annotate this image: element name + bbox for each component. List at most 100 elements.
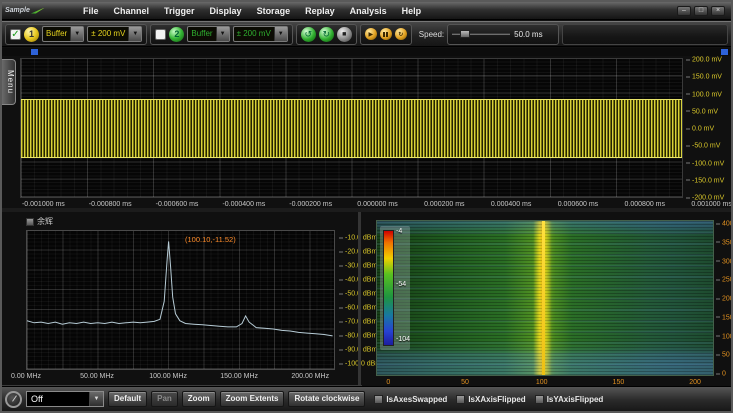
minimize-button[interactable]: – xyxy=(677,6,691,16)
trigger-marker-right[interactable] xyxy=(721,49,728,55)
play-icon[interactable]: ▶ xyxy=(365,28,377,40)
fft-y-axis: -10.0 dBm-20.0 dBm-30.0 dBm-40.0 dBm-50.… xyxy=(339,230,373,370)
chevron-down-icon[interactable]: ▼ xyxy=(89,392,103,406)
menu-trigger[interactable]: Trigger xyxy=(164,6,195,16)
vertical-divider[interactable] xyxy=(358,212,361,390)
spectrogram-y-axis: 400350300250200150100500 xyxy=(716,224,733,374)
close-button[interactable]: × xyxy=(711,6,725,16)
waveform-y-axis: 200.0 mV150.0 mV100.0 mV50.0 mV0.0 mV-50… xyxy=(686,60,733,198)
pan-button[interactable]: Pan xyxy=(151,391,178,407)
channel2-buffer-select[interactable]: Buffer ▼ xyxy=(187,26,229,42)
axis-tick-label: 300 xyxy=(716,258,733,265)
axes-swapped-label: IsAxesSwapped xyxy=(386,395,447,404)
stop-icon[interactable]: ■ xyxy=(337,27,352,42)
axis-tick-label: -100.0 mV xyxy=(686,160,724,167)
zoom-extents-button[interactable]: Zoom Extents xyxy=(220,391,285,407)
status-bar: Off ▼ Default Pan Zoom Zoom Extents Rota… xyxy=(2,386,731,411)
channel1-range-value: ± 200 mV xyxy=(88,27,128,41)
axis-tick-label: -0.000400 ms xyxy=(222,201,265,208)
waveform-trace xyxy=(21,99,682,158)
chevron-down-icon[interactable]: ▼ xyxy=(216,27,229,41)
title-bar: Sample File Channel Trigger Display Stor… xyxy=(2,2,731,20)
marker-strip xyxy=(2,48,731,56)
pause-bars xyxy=(383,32,388,37)
pause-icon[interactable] xyxy=(380,28,392,40)
default-button[interactable]: Default xyxy=(108,391,147,407)
speed-value: 50.0 ms xyxy=(514,30,542,39)
trigger-marker-left[interactable] xyxy=(31,49,38,55)
zoom-button[interactable]: Zoom xyxy=(182,391,216,407)
axis-tick-label: 0.000000 ms xyxy=(357,201,397,208)
logo-swoosh-icon xyxy=(31,8,45,14)
chevron-down-icon[interactable]: ▼ xyxy=(128,27,141,41)
channel2-buffer-value: Buffer xyxy=(188,27,215,41)
spectrogram-plot[interactable]: -4 -54 -104 xyxy=(376,220,714,376)
axis-tick-label: 100 xyxy=(716,333,733,340)
checkbox-icon[interactable] xyxy=(456,395,465,404)
fft-legend: 余辉 xyxy=(26,216,53,227)
axis-tick-label: -0.001000 ms xyxy=(22,201,65,208)
colorbar-mid-label: -54 xyxy=(396,281,406,288)
channel2-range-select[interactable]: ± 200 mV ▼ xyxy=(233,26,288,42)
chevron-down-icon[interactable]: ▼ xyxy=(274,27,287,41)
channel2-badge[interactable]: 2 xyxy=(169,27,184,42)
axes-swapped-checkbox[interactable]: IsAxesSwapped xyxy=(374,395,447,404)
channel2-enable-checkbox[interactable]: ✓ xyxy=(155,29,166,40)
channel1-enable-checkbox[interactable]: ✓ xyxy=(10,29,21,40)
axis-tick-label: 50 xyxy=(716,352,730,359)
axis-tick-label: 0.000800 ms xyxy=(625,201,665,208)
axis-tick-label: -0.000200 ms xyxy=(289,201,332,208)
fft-plot[interactable] xyxy=(26,230,335,370)
checkbox-icon[interactable] xyxy=(374,395,383,404)
menu-file[interactable]: File xyxy=(83,6,99,16)
logo-text: Sample xyxy=(5,7,30,14)
menu-display[interactable]: Display xyxy=(210,6,242,16)
mode-select-value: Off xyxy=(27,392,89,406)
refresh-icon[interactable]: ↻ xyxy=(319,27,334,42)
channel1-badge[interactable]: 1 xyxy=(24,27,39,42)
toolbar-spacer xyxy=(562,24,728,45)
axis-tick-label: -50.0 mV xyxy=(686,143,720,150)
axis-tick-label: 200.0 mV xyxy=(686,57,722,64)
speed-slider-handle[interactable] xyxy=(460,30,470,38)
spectrogram-signal-line xyxy=(542,221,545,375)
window-controls: – □ × xyxy=(677,6,725,16)
channel1-group: ✓ 1 Buffer ▼ ± 200 mV ▼ xyxy=(5,24,147,45)
x-axis-flipped-checkbox[interactable]: IsXAxisFlipped xyxy=(456,395,525,404)
rotate-clockwise-button[interactable]: Rotate clockwise xyxy=(288,391,365,407)
maximize-button[interactable]: □ xyxy=(694,6,708,16)
axis-tick-label: 100 xyxy=(536,379,548,386)
axis-tick-label: 50 xyxy=(461,379,469,386)
menu-replay[interactable]: Replay xyxy=(305,6,335,16)
speed-slider[interactable] xyxy=(452,33,510,35)
axis-tick-label: -0.000600 ms xyxy=(156,201,199,208)
checkbox-icon[interactable] xyxy=(535,395,544,404)
speed-group: 50.0 ms xyxy=(447,24,559,45)
waveform-plot[interactable] xyxy=(20,58,683,198)
menu-analysis[interactable]: Analysis xyxy=(350,6,387,16)
channel1-buffer-select[interactable]: Buffer ▼ xyxy=(42,26,84,42)
menu-help[interactable]: Help xyxy=(402,6,422,16)
undo-zoom-icon[interactable]: ↺ xyxy=(301,27,316,42)
restart-icon[interactable]: ↻ xyxy=(395,28,407,40)
channel2-group: ✓ 2 Buffer ▼ ± 200 mV ▼ xyxy=(150,24,292,45)
side-menu-tab[interactable]: Menu xyxy=(2,59,16,105)
menu-channel[interactable]: Channel xyxy=(114,6,150,16)
mode-select[interactable]: Off ▼ xyxy=(26,391,104,407)
axis-tick-label: 0.000600 ms xyxy=(558,201,598,208)
channel2-range-value: ± 200 mV xyxy=(234,27,274,41)
axis-tick-label: 0.0 mV xyxy=(686,126,714,133)
axis-tick-label: 0.000400 ms xyxy=(491,201,531,208)
chevron-down-icon[interactable]: ▼ xyxy=(70,27,83,41)
axis-tick-label: -0.000800 ms xyxy=(89,201,132,208)
fft-legend-label: 余辉 xyxy=(37,216,53,227)
channel1-range-select[interactable]: ± 200 mV ▼ xyxy=(87,26,142,42)
y-axis-flipped-checkbox[interactable]: IsYAxisFlipped xyxy=(535,395,604,404)
gauge-icon[interactable] xyxy=(5,391,22,408)
axis-tick-label: 100.00 MHz xyxy=(149,373,187,380)
axis-tick-label: 150.0 mV xyxy=(686,74,722,81)
axis-tick-label: 350 xyxy=(716,239,733,246)
axis-tick-label: 150.00 MHz xyxy=(220,373,258,380)
menu-storage[interactable]: Storage xyxy=(257,6,291,16)
colorbar-gradient xyxy=(383,230,394,346)
